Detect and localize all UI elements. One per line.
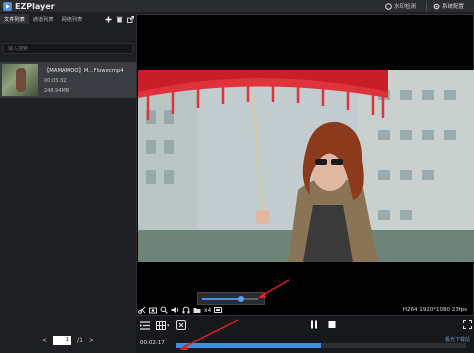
tab-network-list[interactable]: 网络列表 <box>58 14 87 24</box>
file-duration: 00:05:32 <box>44 78 67 84</box>
page-total: /1 <box>77 336 83 344</box>
video-toolbar: x4 <box>138 305 223 315</box>
delete-icon[interactable] <box>116 16 123 23</box>
prev-page-icon[interactable]: < <box>42 337 47 344</box>
volume-fill <box>202 298 242 300</box>
playback-controls: 00:02:17 <box>136 316 474 353</box>
playlist-icon[interactable] <box>140 320 150 330</box>
tab-file-list[interactable]: 文件列表 <box>0 14 29 24</box>
file-name: 【MAMAMOO】M...Flowecmp4 <box>44 68 124 74</box>
scissors-icon[interactable] <box>138 306 146 314</box>
folder-icon[interactable] <box>193 306 201 314</box>
camera-icon[interactable] <box>149 306 157 314</box>
titlebar-divider <box>425 1 427 11</box>
site-watermark: 极光下载站 <box>444 337 470 343</box>
video-info: H264 1920*1080 23fps <box>402 307 467 313</box>
next-page-icon[interactable]: > <box>89 337 94 344</box>
pager: < 1 /1 > <box>0 332 136 348</box>
volume-popup[interactable] <box>197 292 265 305</box>
progress-fill <box>176 343 321 348</box>
app-logo-icon <box>2 1 12 11</box>
sidebar-tabs: 文件列表 通道列表 网络列表 <box>0 14 136 24</box>
share-icon[interactable] <box>127 15 134 23</box>
zoom-icon[interactable] <box>160 306 168 314</box>
volume-slider[interactable] <box>202 296 258 302</box>
gear-icon <box>433 3 440 9</box>
title-bar: EZPlayer 水印检测 系统配置 <box>0 0 474 12</box>
close-window-icon[interactable] <box>176 320 186 330</box>
grid-layout-icon[interactable] <box>156 320 170 330</box>
file-size: 248.94MB <box>44 88 70 94</box>
watermark-icon <box>385 2 392 10</box>
system-settings-button[interactable]: 系统配置 <box>433 2 464 10</box>
video-thumbnail <box>2 64 38 96</box>
watermark-check-button[interactable]: 水印检测 <box>385 2 416 10</box>
video-frame[interactable] <box>138 70 474 262</box>
watermark-check-label: 水印检测 <box>393 4 416 10</box>
volume-knob[interactable] <box>238 296 245 302</box>
stop-icon[interactable] <box>328 320 336 329</box>
search-input[interactable]: 输入搜索 <box>3 43 133 54</box>
current-time: 00:02:17 <box>140 340 165 346</box>
screen-icon[interactable] <box>214 306 223 314</box>
file-list-item[interactable]: 【MAMAMOO】M...Flowecmp4 00:05:32 248.94MB <box>0 62 136 98</box>
progress-bar[interactable] <box>176 343 466 348</box>
video-player[interactable]: H264 1920*1080 23fps <box>136 14 474 316</box>
app-title: EZPlayer <box>15 1 55 11</box>
tab-channel-list[interactable]: 通道列表 <box>29 14 58 24</box>
volume-icon[interactable] <box>171 306 179 314</box>
fullscreen-icon[interactable] <box>463 320 472 329</box>
audio-icon[interactable] <box>182 306 190 314</box>
video-image <box>138 70 474 262</box>
page-number-input[interactable]: 1 <box>53 335 72 345</box>
pause-icon[interactable] <box>310 320 318 329</box>
speed-label[interactable]: x4 <box>204 307 211 314</box>
add-icon[interactable] <box>105 16 112 23</box>
system-settings-label: 系统配置 <box>441 4 464 10</box>
